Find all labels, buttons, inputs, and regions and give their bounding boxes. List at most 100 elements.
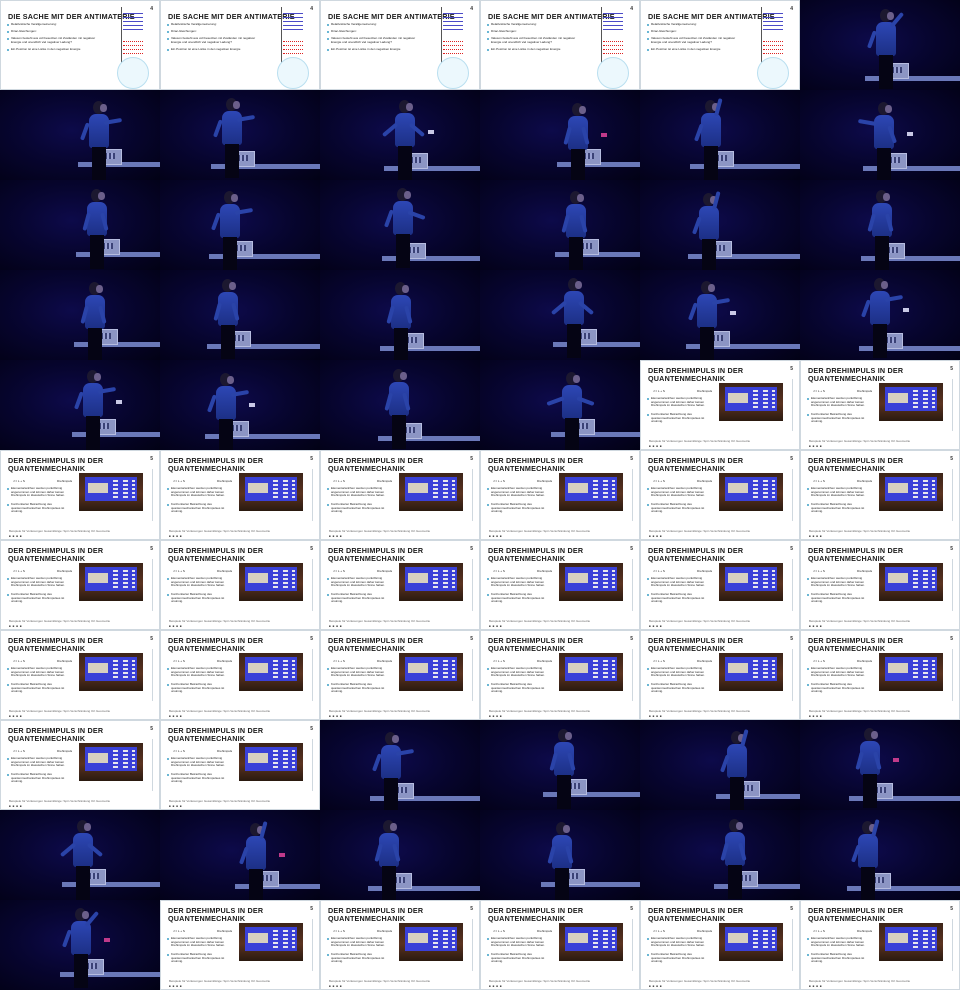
slide-photo xyxy=(719,923,783,961)
slide-bullet: Relativistische Verallgemeinerung: xyxy=(167,22,233,27)
video-frame-thumbnail[interactable] xyxy=(480,180,640,270)
video-frame-thumbnail[interactable] xyxy=(640,720,800,810)
video-frame-thumbnail[interactable] xyxy=(480,90,640,180)
slide-thumbnail-spin[interactable]: Der Drehimpuls in der Quantenmechanik 5 … xyxy=(640,540,800,630)
slide-thumbnail-antimatter[interactable]: Die Sache mit der Antimaterie 4 Relativi… xyxy=(160,0,320,90)
video-frame-thumbnail[interactable] xyxy=(640,180,800,270)
slide-thumbnail-spin[interactable]: Der Drehimpuls in der Quantenmechanik 5 … xyxy=(800,630,960,720)
slide-thumbnail-spin[interactable]: Der Drehimpuls in der Quantenmechanik 5 … xyxy=(480,630,640,720)
video-frame-thumbnail[interactable] xyxy=(800,810,960,900)
video-frame-thumbnail[interactable] xyxy=(0,900,160,990)
slide-footer: Beispiele für Vorlesungen Gesamtlänge: S… xyxy=(489,979,591,983)
slide-thumbnail-antimatter[interactable]: Die Sache mit der Antimaterie 4 Relativi… xyxy=(640,0,800,90)
video-frame-thumbnail[interactable] xyxy=(640,270,800,360)
slide-thumbnail-spin[interactable]: Der Drehimpuls in der Quantenmechanik 5 … xyxy=(320,900,480,990)
slide-thumbnail-spin[interactable]: Der Drehimpuls in der Quantenmechanik 5 … xyxy=(0,720,160,810)
logo-icon: ■ ■ ■ ■ xyxy=(809,984,823,988)
video-frame-thumbnail[interactable] xyxy=(800,720,960,810)
video-frame-thumbnail[interactable] xyxy=(160,180,320,270)
slide-thumbnail-spin[interactable]: Der Drehimpuls in der Quantenmechanik 5 … xyxy=(160,900,320,990)
slide-equation-label: Drehimpuls xyxy=(57,659,73,663)
video-frame-thumbnail[interactable] xyxy=(480,720,640,810)
slide-sidebar xyxy=(152,649,156,701)
video-frame-thumbnail[interactable] xyxy=(0,270,160,360)
video-frame-thumbnail[interactable] xyxy=(160,270,320,360)
video-frame-thumbnail[interactable] xyxy=(800,90,960,180)
slide-thumbnail-spin[interactable]: Der Drehimpuls in der Quantenmechanik 5 … xyxy=(320,630,480,720)
slide-bullet: Dirac-Gleichungen: xyxy=(647,29,713,34)
slide-sidebar xyxy=(632,649,636,701)
slide-thumbnail-antimatter[interactable]: Die Sache mit der Antimaterie 4 Relativi… xyxy=(320,0,480,90)
slide-photo xyxy=(879,383,943,421)
logo-icon: ■ ■ ■ ■ xyxy=(649,624,663,628)
slide-footer: Beispiele für Vorlesungen Gesamtlänge: S… xyxy=(169,709,271,713)
video-frame-thumbnail[interactable] xyxy=(320,360,480,450)
video-frame-thumbnail[interactable] xyxy=(160,360,320,450)
slide-thumbnail-spin[interactable]: Der Drehimpuls in der Quantenmechanik 5 … xyxy=(800,540,960,630)
video-frame-thumbnail[interactable] xyxy=(640,810,800,900)
slide-photo xyxy=(559,653,623,691)
video-frame-thumbnail[interactable] xyxy=(800,180,960,270)
slide-thumbnail-spin[interactable]: Der Drehimpuls in der Quantenmechanik 5 … xyxy=(160,540,320,630)
video-frame-thumbnail[interactable] xyxy=(320,720,480,810)
slide-sidebar xyxy=(632,919,636,971)
slide-thumbnail-spin[interactable]: Der Drehimpuls in der Quantenmechanik 5 … xyxy=(640,630,800,720)
slide-thumbnail-spin[interactable]: Der Drehimpuls in der Quantenmechanik 5 … xyxy=(320,540,480,630)
slide-thumbnail-antimatter[interactable]: Die Sache mit der Antimaterie 4 Relativi… xyxy=(0,0,160,90)
slide-thumbnail-spin[interactable]: Der Drehimpuls in der Quantenmechanik 5 … xyxy=(160,720,320,810)
slide-thumbnail-spin[interactable]: Der Drehimpuls in der Quantenmechanik 5 … xyxy=(800,360,960,450)
video-frame-thumbnail[interactable] xyxy=(320,180,480,270)
slide-page-number: 4 xyxy=(630,6,633,12)
speaker xyxy=(550,278,595,358)
slide-photo xyxy=(399,563,463,601)
slide-equation: J = L + S xyxy=(173,659,185,663)
logo-icon: ■ ■ ■ ■ xyxy=(9,534,23,538)
slide-thumbnail-spin[interactable]: Der Drehimpuls in der Quantenmechanik 5 … xyxy=(800,450,960,540)
speaker xyxy=(860,278,904,358)
slide-thumbnail-antimatter[interactable]: Die Sache mit der Antimaterie 4 Relativi… xyxy=(480,0,640,90)
slide-thumbnail-spin[interactable]: Der Drehimpuls in der Quantenmechanik 5 … xyxy=(800,900,960,990)
slide-thumbnail-spin[interactable]: Der Drehimpuls in der Quantenmechanik 5 … xyxy=(640,900,800,990)
slide-thumbnail-spin[interactable]: Der Drehimpuls in der Quantenmechanik 5 … xyxy=(480,900,640,990)
video-frame-thumbnail[interactable] xyxy=(0,90,160,180)
video-frame-thumbnail[interactable] xyxy=(320,90,480,180)
video-frame-thumbnail[interactable] xyxy=(640,90,800,180)
slide-thumbnail-spin[interactable]: Der Drehimpuls in der Quantenmechanik 5 … xyxy=(480,450,640,540)
slide-equation-label: Drehimpuls xyxy=(57,479,73,483)
slide-equation-label: Drehimpuls xyxy=(377,569,393,573)
slide-sidebar xyxy=(312,649,316,701)
slide-equation: J = L + S xyxy=(813,389,825,393)
slide-photo xyxy=(79,743,143,781)
video-frame-thumbnail[interactable] xyxy=(0,810,160,900)
slide-thumbnail-spin[interactable]: Der Drehimpuls in der Quantenmechanik 5 … xyxy=(640,360,800,450)
video-frame-thumbnail[interactable] xyxy=(0,180,160,270)
slide-thumbnail-spin[interactable]: Der Drehimpuls in der Quantenmechanik 5 … xyxy=(0,630,160,720)
slide-thumbnail-spin[interactable]: Der Drehimpuls in der Quantenmechanik 5 … xyxy=(0,450,160,540)
slide-equation: J = L + S xyxy=(493,659,505,663)
video-frame-thumbnail[interactable] xyxy=(480,810,640,900)
slide-thumbnail-spin[interactable]: Der Drehimpuls in der Quantenmechanik 5 … xyxy=(480,540,640,630)
slide-bullet: Konfrontierter Betrachtung des quantenme… xyxy=(647,952,713,964)
slide-bullet: Konfrontierter Betrachtung des quantenme… xyxy=(647,502,713,514)
slide-thumbnail-spin[interactable]: Der Drehimpuls in der Quantenmechanik 5 … xyxy=(160,450,320,540)
slide-photo xyxy=(79,473,143,511)
slide-thumbnail-spin[interactable]: Der Drehimpuls in der Quantenmechanik 5 … xyxy=(0,540,160,630)
slide-equation: J = L + S xyxy=(333,659,345,663)
video-frame-thumbnail[interactable] xyxy=(320,810,480,900)
video-frame-thumbnail[interactable] xyxy=(320,270,480,360)
video-frame-thumbnail[interactable] xyxy=(480,270,640,360)
slide-thumbnail-spin[interactable]: Der Drehimpuls in der Quantenmechanik 5 … xyxy=(320,450,480,540)
video-frame-thumbnail[interactable] xyxy=(160,810,320,900)
video-frame-thumbnail[interactable] xyxy=(0,360,160,450)
video-frame-thumbnail[interactable] xyxy=(160,90,320,180)
slide-footer: Beispiele für Vorlesungen Gesamtlänge: S… xyxy=(649,619,751,623)
slide-equation: J = L + S xyxy=(173,929,185,933)
slide-footer: Beispiele für Vorlesungen Gesamtlänge: S… xyxy=(9,529,111,533)
slide-bullet: Vakuum besteht aus voll besetzten mit Zu… xyxy=(487,36,586,44)
video-frame-thumbnail[interactable] xyxy=(800,270,960,360)
video-frame-thumbnail[interactable] xyxy=(800,0,960,90)
slide-page-number: 5 xyxy=(790,456,793,462)
slide-thumbnail-spin[interactable]: Der Drehimpuls in der Quantenmechanik 5 … xyxy=(640,450,800,540)
video-frame-thumbnail[interactable] xyxy=(480,360,640,450)
slide-thumbnail-spin[interactable]: Der Drehimpuls in der Quantenmechanik 5 … xyxy=(160,630,320,720)
